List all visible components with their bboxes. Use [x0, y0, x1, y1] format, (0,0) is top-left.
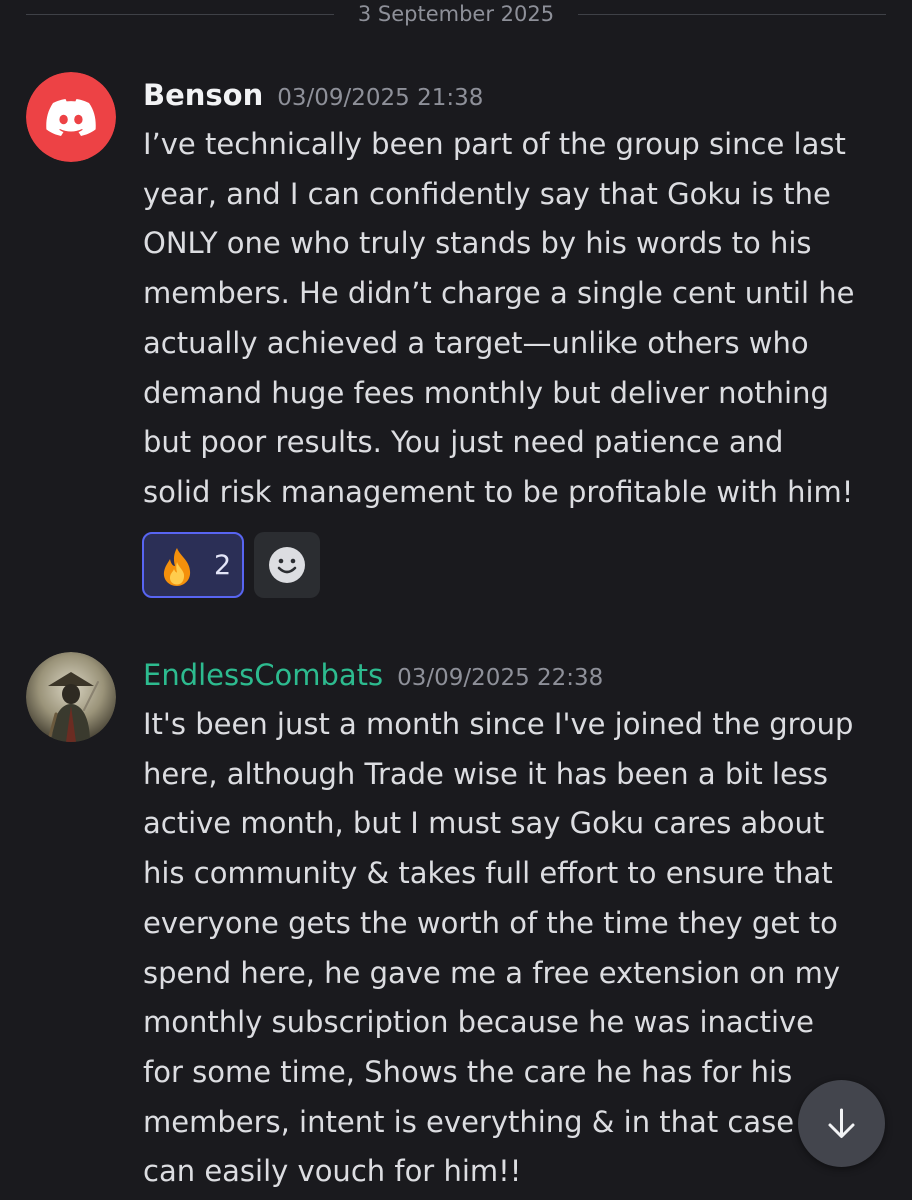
message-line: members. He didn’t charge a single cent …	[143, 276, 855, 311]
timestamp: 03/09/2025 22:38	[397, 665, 604, 691]
jump-to-present-button[interactable]	[798, 1080, 885, 1167]
reaction-count: 2	[214, 550, 232, 581]
author-name[interactable]: Benson	[143, 78, 263, 112]
message-line: ONLY one who truly stands by his words t…	[143, 226, 812, 261]
message-endlesscombats[interactable]: EndlessCombats 03/09/2025 22:38 It's been…	[0, 652, 912, 1200]
message-line: here, although Trade wise it has been a …	[143, 756, 829, 791]
divider-line-left	[26, 14, 334, 15]
message-line: his community & takes full effort to ens…	[143, 856, 833, 891]
reaction-fire[interactable]: 2	[142, 532, 244, 598]
timestamp: 03/09/2025 21:38	[277, 85, 484, 111]
samurai-avatar-image	[26, 652, 116, 742]
message-header: EndlessCombats 03/09/2025 22:38	[143, 658, 603, 692]
message-header: Benson 03/09/2025 21:38	[143, 78, 483, 112]
message-line: can easily vouch for him!!	[143, 1154, 522, 1189]
divider-line-right	[578, 14, 886, 15]
message-content: I’ve technically been part of the group …	[143, 120, 893, 518]
avatar[interactable]	[26, 652, 116, 742]
message-line: demand huge fees monthly but deliver not…	[143, 375, 829, 410]
message-line: solid risk management to be profitable w…	[143, 474, 854, 509]
message-line: members, intent is everything & in that …	[143, 1104, 812, 1139]
fire-emoji-icon	[163, 548, 191, 586]
date-divider-label: 3 September 2025	[357, 2, 555, 26]
add-reaction-button[interactable]	[254, 532, 320, 598]
message-line: actually achieved a target—unlike others…	[143, 325, 809, 360]
message-line: for some time, Shows the care he has for…	[143, 1054, 793, 1089]
arrow-down-icon	[828, 1108, 855, 1138]
author-name[interactable]: EndlessCombats	[143, 658, 383, 692]
message-line: It's been just a month since I've joined…	[143, 707, 854, 741]
avatar[interactable]	[26, 72, 116, 162]
message-line: active month, but I must say Goku cares …	[143, 806, 825, 841]
date-divider: 3 September 2025	[0, 0, 912, 32]
message-content: It's been just a month since I've joined…	[143, 700, 893, 1197]
message-line: everyone gets the worth of the time they…	[143, 905, 838, 940]
smiley-add-reaction-icon	[269, 547, 305, 583]
discord-logo-icon	[26, 72, 116, 162]
message-line: year, and I can confidently say that Gok…	[143, 176, 831, 211]
message-line: I’ve technically been part of the group …	[143, 127, 846, 161]
message-line: monthly subscription because he was inac…	[143, 1005, 815, 1040]
message-line: but poor results. You just need patience…	[143, 425, 784, 460]
message-benson[interactable]: Benson 03/09/2025 21:38 I’ve technically …	[0, 72, 912, 612]
message-line: spend here, he gave me a free extension …	[143, 955, 841, 990]
